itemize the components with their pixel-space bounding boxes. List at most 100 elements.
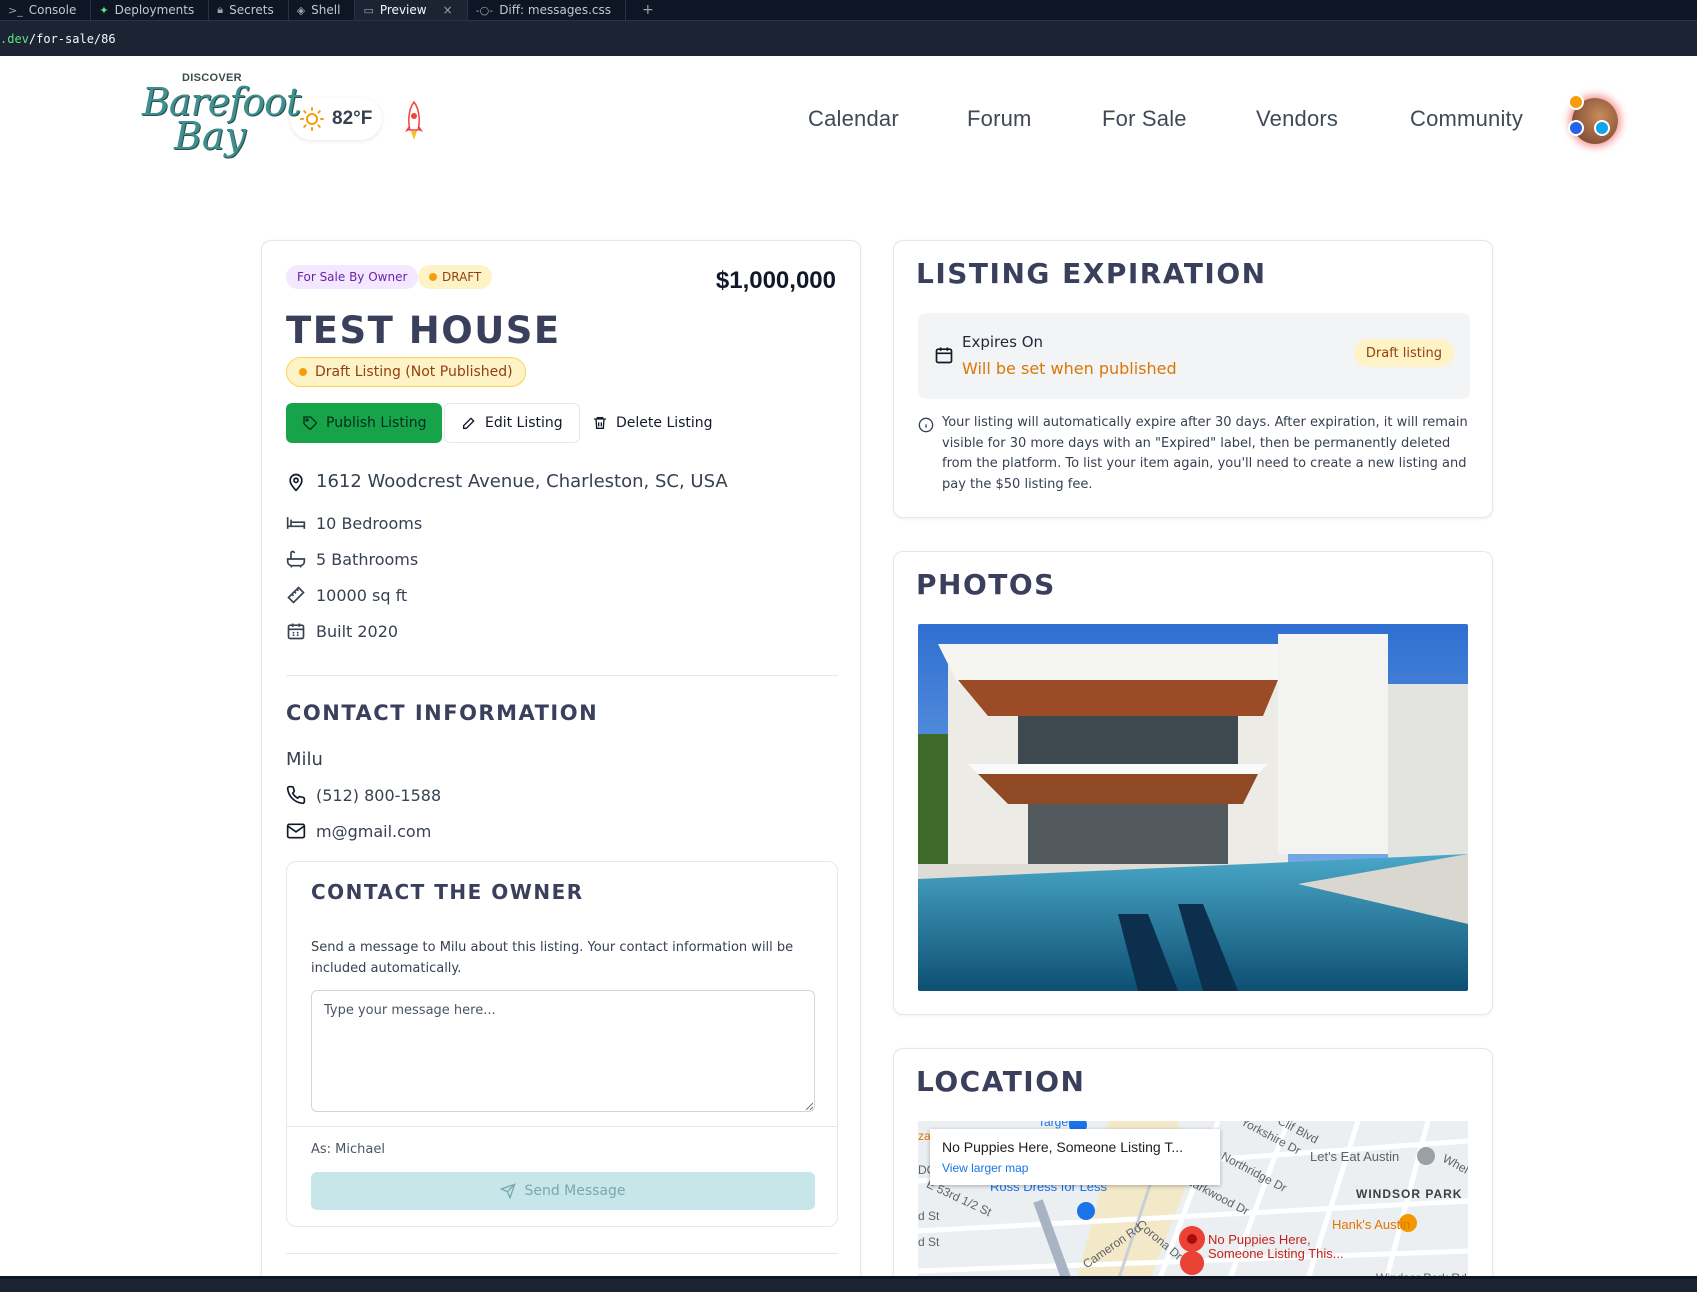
achievement-badge-icon: [1568, 120, 1584, 136]
nav-calendar[interactable]: Calendar: [808, 106, 899, 132]
mail-icon: [286, 823, 306, 839]
new-tab-button[interactable]: +: [642, 2, 654, 18]
nav-community[interactable]: Community: [1410, 106, 1523, 132]
draft-listing-tag: Draft listing: [1353, 339, 1454, 367]
contact-owner-card: CONTACT THE OWNER Send a message to Milu…: [286, 861, 838, 1227]
contact-owner-heading: CONTACT THE OWNER: [311, 880, 584, 904]
view-larger-map-link[interactable]: View larger map: [942, 1161, 1208, 1175]
deploy-icon: ✦: [99, 3, 109, 17]
phone-icon: [286, 785, 306, 805]
expiration-note: Your listing will automatically expire a…: [942, 415, 1468, 492]
diff-icon: -○-: [475, 3, 494, 17]
listing-status-badge: DRAFT: [418, 265, 493, 289]
map-popup-title: No Puppies Here, Someone Listing T...: [942, 1139, 1183, 1155]
calendar-icon: [935, 347, 953, 364]
map-label-d-st-2: d St: [918, 1235, 940, 1249]
map-label-windsor-park: WINDSOR PARK: [1356, 1187, 1463, 1201]
map-info-popup: No Puppies Here, Someone Listing T... Vi…: [930, 1129, 1220, 1185]
ide-tab-deployments[interactable]: ✦ Deployments: [91, 0, 210, 20]
listing-built: Built 2020: [286, 621, 398, 641]
listing-photo[interactable]: [918, 624, 1468, 991]
weather-widget[interactable]: 82°F: [290, 98, 382, 140]
info-icon: [918, 417, 934, 433]
url-domain: .dev: [0, 31, 29, 46]
ide-tab-secrets[interactable]: 🔒︎ Secrets: [209, 0, 289, 20]
section-divider: [287, 1126, 837, 1127]
contact-info-heading: CONTACT INFORMATION: [286, 701, 599, 725]
listing-type-badge: For Sale By Owner: [286, 265, 419, 289]
nav-forum[interactable]: Forum: [967, 106, 1032, 132]
contact-name: Milu: [286, 749, 323, 770]
contact-phone[interactable]: (512) 800-1588: [286, 785, 441, 805]
section-divider: [286, 1253, 838, 1254]
map-label-hanks: Hank's Austin: [1332, 1217, 1411, 1232]
expires-on-value: Will be set when published: [962, 359, 1177, 378]
delete-listing-button[interactable]: Delete Listing: [576, 403, 729, 443]
lock-icon: 🔒︎: [217, 3, 224, 16]
expiration-heading: LISTING EXPIRATION: [916, 257, 1267, 290]
listing-expiration-card: LISTING EXPIRATION Expires On Will be se…: [893, 240, 1493, 518]
edit-listing-button[interactable]: Edit Listing: [444, 403, 580, 443]
ide-tab-bar: >_ Console ✦ Deployments 🔒︎ Secrets ◈ Shell …: [0, 0, 1697, 20]
calendar-icon: [287, 623, 305, 640]
listing-title: TEST HOUSE: [286, 309, 561, 352]
listing-details-card: For Sale By Owner DRAFT $1,000,000 TEST …: [261, 240, 861, 1292]
publish-listing-button[interactable]: Publish Listing: [286, 403, 443, 443]
listing-bedrooms: 10 Bedrooms: [286, 513, 422, 533]
location-heading: LOCATION: [916, 1065, 1086, 1098]
weather-temp: 82°F: [332, 108, 373, 129]
expiration-box: Expires On Will be set when published Dr…: [918, 313, 1470, 399]
send-icon: [500, 1183, 517, 1199]
ide-bottom-bar: [0, 1276, 1697, 1292]
ide-tab-console[interactable]: >_ Console: [0, 0, 92, 20]
expires-on-label: Expires On: [962, 333, 1044, 351]
bed-icon: [286, 517, 306, 529]
draft-notice: Draft Listing (Not Published): [286, 357, 526, 387]
ide-tab-shell[interactable]: ◈ Shell: [289, 0, 356, 20]
ide-tab-preview[interactable]: ▭ Preview ×: [355, 0, 468, 20]
url-bar[interactable]: .dev/for-sale/86: [0, 20, 1697, 56]
achievement-badge-icon: [1594, 120, 1610, 136]
sun-icon: [300, 107, 324, 131]
map-label-za: za: [918, 1129, 931, 1143]
map-label-target: Target: [1038, 1121, 1072, 1129]
tag-icon: [303, 416, 317, 430]
contact-email[interactable]: m@gmail.com: [286, 821, 431, 841]
section-divider: [286, 675, 838, 676]
sender-label: As: Michael: [311, 1142, 385, 1157]
listing-address: 1612 Woodcrest Avenue, Charleston, SC, U…: [286, 471, 728, 492]
map-label-d-st-1: d St: [918, 1209, 940, 1223]
map-pin-icon: [289, 473, 303, 491]
status-dot-icon: [299, 368, 307, 376]
nav-for-sale[interactable]: For Sale: [1102, 106, 1187, 132]
achievement-badge-icon: [1568, 94, 1584, 110]
listing-price: $1,000,000: [715, 267, 836, 294]
bath-icon: [286, 550, 306, 568]
rocket-icon[interactable]: [402, 100, 426, 144]
user-avatar[interactable]: [1568, 94, 1618, 144]
ruler-icon: [287, 586, 305, 604]
ide-tab-diff[interactable]: -○- Diff: messages.css: [468, 0, 626, 20]
map-label-pin-line2: Someone Listing This...: [1208, 1246, 1344, 1261]
logo-line2: Bay: [174, 114, 247, 158]
pencil-icon: [463, 417, 475, 429]
listing-bathrooms: 5 Bathrooms: [286, 549, 418, 569]
message-textarea[interactable]: Type your message here...: [311, 990, 815, 1112]
location-card: LOCATION Target Ross Dress for Less Let'…: [893, 1048, 1493, 1292]
nav-vendors[interactable]: Vendors: [1256, 106, 1338, 132]
status-dot-icon: [429, 273, 437, 281]
url-path: /for-sale/86: [28, 31, 116, 46]
monitor-icon: ▭: [363, 3, 374, 17]
terminal-icon: >_: [8, 3, 23, 17]
location-map[interactable]: Target Ross Dress for Less Let's Eat Aus…: [918, 1121, 1468, 1292]
photos-card: PHOTOS: [893, 551, 1493, 1015]
send-message-button[interactable]: Send Message: [311, 1172, 815, 1210]
resize-handle-icon[interactable]: [805, 1102, 813, 1110]
shell-icon: ◈: [296, 3, 306, 17]
map-label-lets-eat: Let's Eat Austin: [1310, 1149, 1400, 1164]
listing-area: 10000 sq ft: [286, 585, 407, 605]
photos-heading: PHOTOS: [916, 568, 1056, 601]
trash-icon: [594, 417, 606, 429]
close-icon[interactable]: ×: [443, 3, 453, 17]
site-logo[interactable]: DISCOVER Barefoot Bay: [140, 72, 301, 162]
